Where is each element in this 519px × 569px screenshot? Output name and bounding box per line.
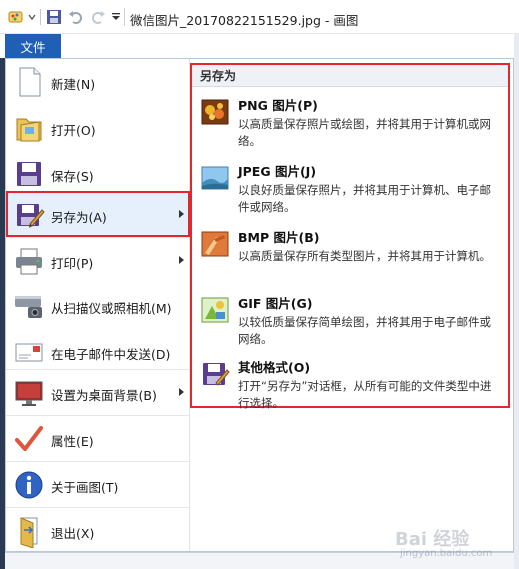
scanner-icon — [12, 289, 46, 323]
menu-item-set-desktop-background[interactable]: 设置为桌面背景(B) — [6, 369, 190, 415]
format-title: BMP 图片(B) — [238, 230, 320, 245]
other-formats-icon — [200, 359, 230, 389]
jpeg-image-icon — [200, 163, 230, 193]
menu-item-from-scanner[interactable]: 从扫描仪或照相机(M) — [6, 283, 190, 329]
dropdown-chevron-icon[interactable] — [24, 9, 40, 25]
info-icon — [12, 468, 46, 502]
save-as-other-formats[interactable]: 其他格式(O) 打开“另存为”对话框，从所有可能的文件类型中进行选择。 — [192, 351, 508, 417]
paint-app-icon[interactable] — [8, 9, 24, 25]
submenu-arrow-icon — [179, 388, 184, 396]
ribbon-tab-strip: 文件 — [0, 34, 519, 58]
title-bar: 微信图片_20170822151529.jpg - 画图 — [0, 0, 519, 34]
window-right-edge — [514, 34, 519, 569]
menu-item-print[interactable]: 打印(P) — [6, 237, 190, 283]
menu-item-label: 另存为(A) — [51, 210, 107, 225]
format-title: GIF 图片(G) — [238, 296, 313, 311]
desktop-background-icon — [12, 376, 46, 410]
checkmark-icon — [12, 422, 46, 456]
submenu-title: 另存为 — [192, 65, 508, 87]
menu-item-properties[interactable]: 属性(E) — [6, 415, 190, 461]
menu-item-label: 属性(E) — [51, 434, 94, 449]
save-as-submenu: 另存为 PNG 图片(P) 以高质量保存照片或绘图，并将其用于计算机或网络。 J… — [190, 63, 510, 410]
format-title: JPEG 图片(J) — [238, 164, 317, 179]
format-title: 其他格式(O) — [238, 360, 311, 375]
customize-toolbar-icon[interactable] — [108, 9, 124, 25]
email-icon — [12, 335, 46, 369]
menu-item-new[interactable]: 新建(N) — [6, 59, 190, 105]
menu-item-open[interactable]: 打开(O) — [6, 105, 190, 151]
format-description: 以高质量保存照片或绘图，并将其用于计算机或网络。 — [238, 117, 491, 148]
menu-item-label: 从扫描仪或照相机(M) — [51, 301, 172, 316]
printer-icon — [12, 244, 46, 278]
title-divider — [124, 8, 125, 26]
format-description: 以较低质量保存简单绘图，并将其用于电子邮件或网络。 — [238, 315, 491, 346]
file-tab[interactable]: 文件 — [5, 34, 61, 58]
png-image-icon — [200, 97, 230, 127]
save-as-icon — [12, 198, 46, 232]
menu-item-label: 打开(O) — [51, 123, 96, 138]
open-folder-icon — [12, 111, 46, 145]
submenu-arrow-icon — [179, 256, 184, 264]
save-icon[interactable] — [46, 9, 62, 25]
format-description: 以良好质量保存照片，并将其用于计算机、电子邮件或网络。 — [238, 183, 491, 214]
bmp-image-icon — [200, 229, 230, 259]
format-description: 以高质量保存所有类型图片，并将其用于计算机。 — [238, 249, 491, 263]
watermark-url: jingyan.baidu.com — [400, 548, 493, 559]
menu-item-about-paint[interactable]: 关于画图(T) — [6, 461, 190, 507]
window-title: 微信图片_20170822151529.jpg - 画图 — [130, 13, 359, 28]
menu-item-save-as[interactable]: 另存为(A) — [6, 191, 190, 237]
gif-image-icon — [200, 295, 230, 325]
save-as-jpeg[interactable]: JPEG 图片(J) 以良好质量保存照片，并将其用于计算机、电子邮件或网络。 — [192, 155, 508, 221]
save-as-png[interactable]: PNG 图片(P) 以高质量保存照片或绘图，并将其用于计算机或网络。 — [192, 89, 508, 155]
menu-item-label: 设置为桌面背景(B) — [51, 388, 157, 403]
menu-item-label: 新建(N) — [51, 77, 96, 92]
file-menu-commands: 新建(N) 打开(O) 保存(S) 另存为(A) 打印(P) 从扫描仪或照相机(… — [6, 59, 190, 551]
toolbar-separator — [40, 9, 41, 25]
undo-icon[interactable] — [68, 9, 84, 25]
format-description: 打开“另存为”对话框，从所有可能的文件类型中进行选择。 — [238, 379, 492, 410]
menu-item-label: 保存(S) — [51, 169, 94, 184]
menu-item-exit[interactable]: 退出(X) — [6, 507, 190, 553]
save-icon — [12, 157, 46, 191]
format-title: PNG 图片(P) — [238, 98, 318, 113]
save-as-bmp[interactable]: BMP 图片(B) 以高质量保存所有类型图片，并将其用于计算机。 — [192, 221, 508, 287]
new-file-icon — [12, 65, 46, 99]
menu-item-label: 打印(P) — [51, 256, 94, 271]
menu-item-label: 在电子邮件中发送(D) — [51, 347, 171, 362]
redo-icon[interactable] — [90, 9, 106, 25]
save-as-gif[interactable]: GIF 图片(G) 以较低质量保存简单绘图，并将其用于电子邮件或网络。 — [192, 287, 508, 353]
menu-item-label: 退出(X) — [51, 526, 95, 541]
exit-icon — [12, 514, 46, 549]
menu-item-label: 关于画图(T) — [51, 480, 119, 495]
submenu-arrow-icon — [179, 210, 184, 218]
